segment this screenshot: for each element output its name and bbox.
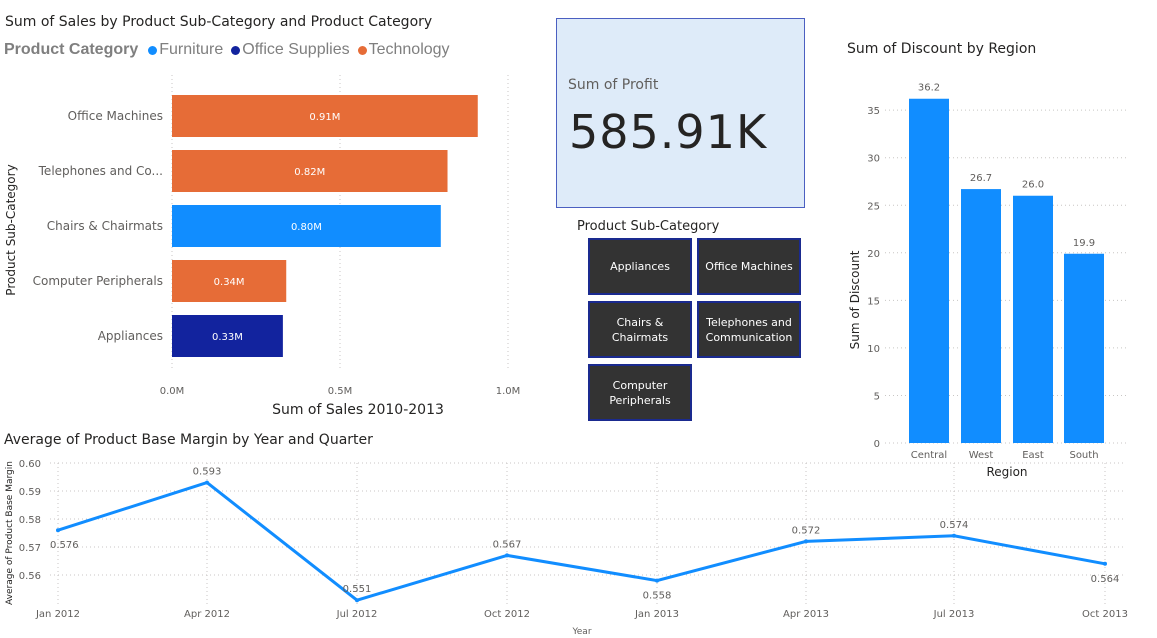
y-category-label: Office Machines xyxy=(68,109,163,123)
slicer-tile-office-machines[interactable]: Office Machines xyxy=(697,238,801,295)
bar-data-label: 0.91M xyxy=(309,112,340,123)
discount-chart-title: Sum of Discount by Region xyxy=(847,41,1037,57)
y-tick-label: 35 xyxy=(867,106,880,117)
y-tick-label: 20 xyxy=(867,249,880,260)
y-tick-label: 15 xyxy=(867,296,880,307)
x-tick-label: Jan 2012 xyxy=(35,609,80,620)
y-axis-title: Average of Product Base Margin xyxy=(5,461,15,605)
point-data-label: 0.576 xyxy=(50,540,79,551)
column-data-label: 26.7 xyxy=(970,173,992,184)
data-point-oct-2012 xyxy=(505,553,509,558)
profit-kpi-card[interactable]: Sum of Profit 585.91K xyxy=(556,18,805,208)
column-data-label: 19.9 xyxy=(1073,238,1095,249)
x-tick-label: Jul 2013 xyxy=(933,609,975,620)
column-east[interactable] xyxy=(1013,195,1053,443)
y-tick-label: 5 xyxy=(874,391,880,402)
y-tick-label: 25 xyxy=(867,201,880,212)
bar-data-label: 0.34M xyxy=(214,277,245,288)
subcategory-slicer: Appliances Office Machines Chairs & Chai… xyxy=(588,238,808,428)
kpi-value: 585.91K xyxy=(569,105,768,159)
slicer-tile-telephones-communication[interactable]: Telephones and Communication xyxy=(697,301,801,358)
slicer-tile-appliances[interactable]: Appliances xyxy=(588,238,692,295)
kpi-label: Sum of Profit xyxy=(568,77,659,93)
discount-column-chart: 0510152025303536.2Central26.7West26.0Eas… xyxy=(848,83,1127,479)
point-data-label: 0.593 xyxy=(193,467,222,478)
data-point-oct-2013 xyxy=(1103,561,1107,566)
x-tick-label: Oct 2013 xyxy=(1082,609,1128,620)
x-tick-label: 1.0M xyxy=(496,386,521,397)
data-point-apr-2013 xyxy=(804,539,808,544)
y-tick-label: 0 xyxy=(874,439,880,450)
slicer-tile-chairs-chairmats[interactable]: Chairs & Chairmats xyxy=(588,301,692,358)
y-tick-label: 0.57 xyxy=(19,543,41,554)
bar-data-label: 0.33M xyxy=(212,332,243,343)
column-south[interactable] xyxy=(1064,253,1104,443)
y-tick-label: 0.60 xyxy=(19,459,41,470)
x-tick-label: 0.5M xyxy=(328,386,353,397)
point-data-label: 0.574 xyxy=(940,520,969,531)
data-point-jul-2012 xyxy=(355,598,359,603)
slicer-title: Product Sub-Category xyxy=(577,219,720,234)
data-point-jan-2012 xyxy=(56,528,60,533)
column-data-label: 26.0 xyxy=(1022,180,1044,191)
data-point-apr-2012 xyxy=(205,480,209,485)
data-point-jan-2013 xyxy=(655,578,659,583)
point-data-label: 0.572 xyxy=(792,525,821,536)
margin-line-chart: 0.56 0.57 0.58 0.59 0.60 Jan 2012 Apr 2012 Jul … xyxy=(5,459,1128,637)
y-category-label: Telephones and Co... xyxy=(38,164,163,178)
margin-chart-title: Average of Product Base Margin by Year a… xyxy=(4,432,373,448)
x-axis-title: Sum of Sales 2010-2013 xyxy=(272,402,444,418)
y-tick-label: 30 xyxy=(867,154,880,165)
x-tick-label: Apr 2013 xyxy=(783,609,829,620)
y-tick-label: 10 xyxy=(867,344,880,355)
y-tick-label: 0.59 xyxy=(19,487,41,498)
y-tick-label: 0.58 xyxy=(19,515,41,526)
sales-bar-chart: 0.0M 0.5M 1.0M 0.91M Office Machines 0.82M Tel… xyxy=(4,75,521,418)
y-axis-title: Sum of Discount xyxy=(848,250,862,349)
bar-data-label: 0.80M xyxy=(291,222,322,233)
slicer-tile-computer-peripherals[interactable]: Computer Peripherals xyxy=(588,364,692,421)
x-tick-label: Oct 2012 xyxy=(484,609,530,620)
x-tick-label: Apr 2012 xyxy=(184,609,230,620)
y-axis-title: Product Sub-Category xyxy=(4,164,18,295)
y-category-label: Appliances xyxy=(98,329,163,343)
point-data-label: 0.567 xyxy=(493,539,522,550)
x-axis-title: Year xyxy=(571,627,591,637)
point-data-label: 0.558 xyxy=(643,591,672,602)
x-tick-label: Jan 2013 xyxy=(634,609,679,620)
y-tick-label: 0.56 xyxy=(19,571,41,582)
x-tick-label: 0.0M xyxy=(160,386,185,397)
margin-series-line[interactable] xyxy=(57,480,1106,602)
data-point-jul-2013 xyxy=(952,533,956,538)
y-category-label: Computer Peripherals xyxy=(33,274,163,288)
column-west[interactable] xyxy=(961,189,1001,443)
point-data-label: 0.551 xyxy=(343,584,372,595)
x-tick-label: Jul 2012 xyxy=(336,609,378,620)
column-central[interactable] xyxy=(909,98,949,443)
y-category-label: Chairs & Chairmats xyxy=(47,219,163,233)
column-data-label: 36.2 xyxy=(918,83,940,94)
point-data-label: 0.564 xyxy=(1091,574,1120,585)
bar-data-label: 0.82M xyxy=(294,167,325,178)
